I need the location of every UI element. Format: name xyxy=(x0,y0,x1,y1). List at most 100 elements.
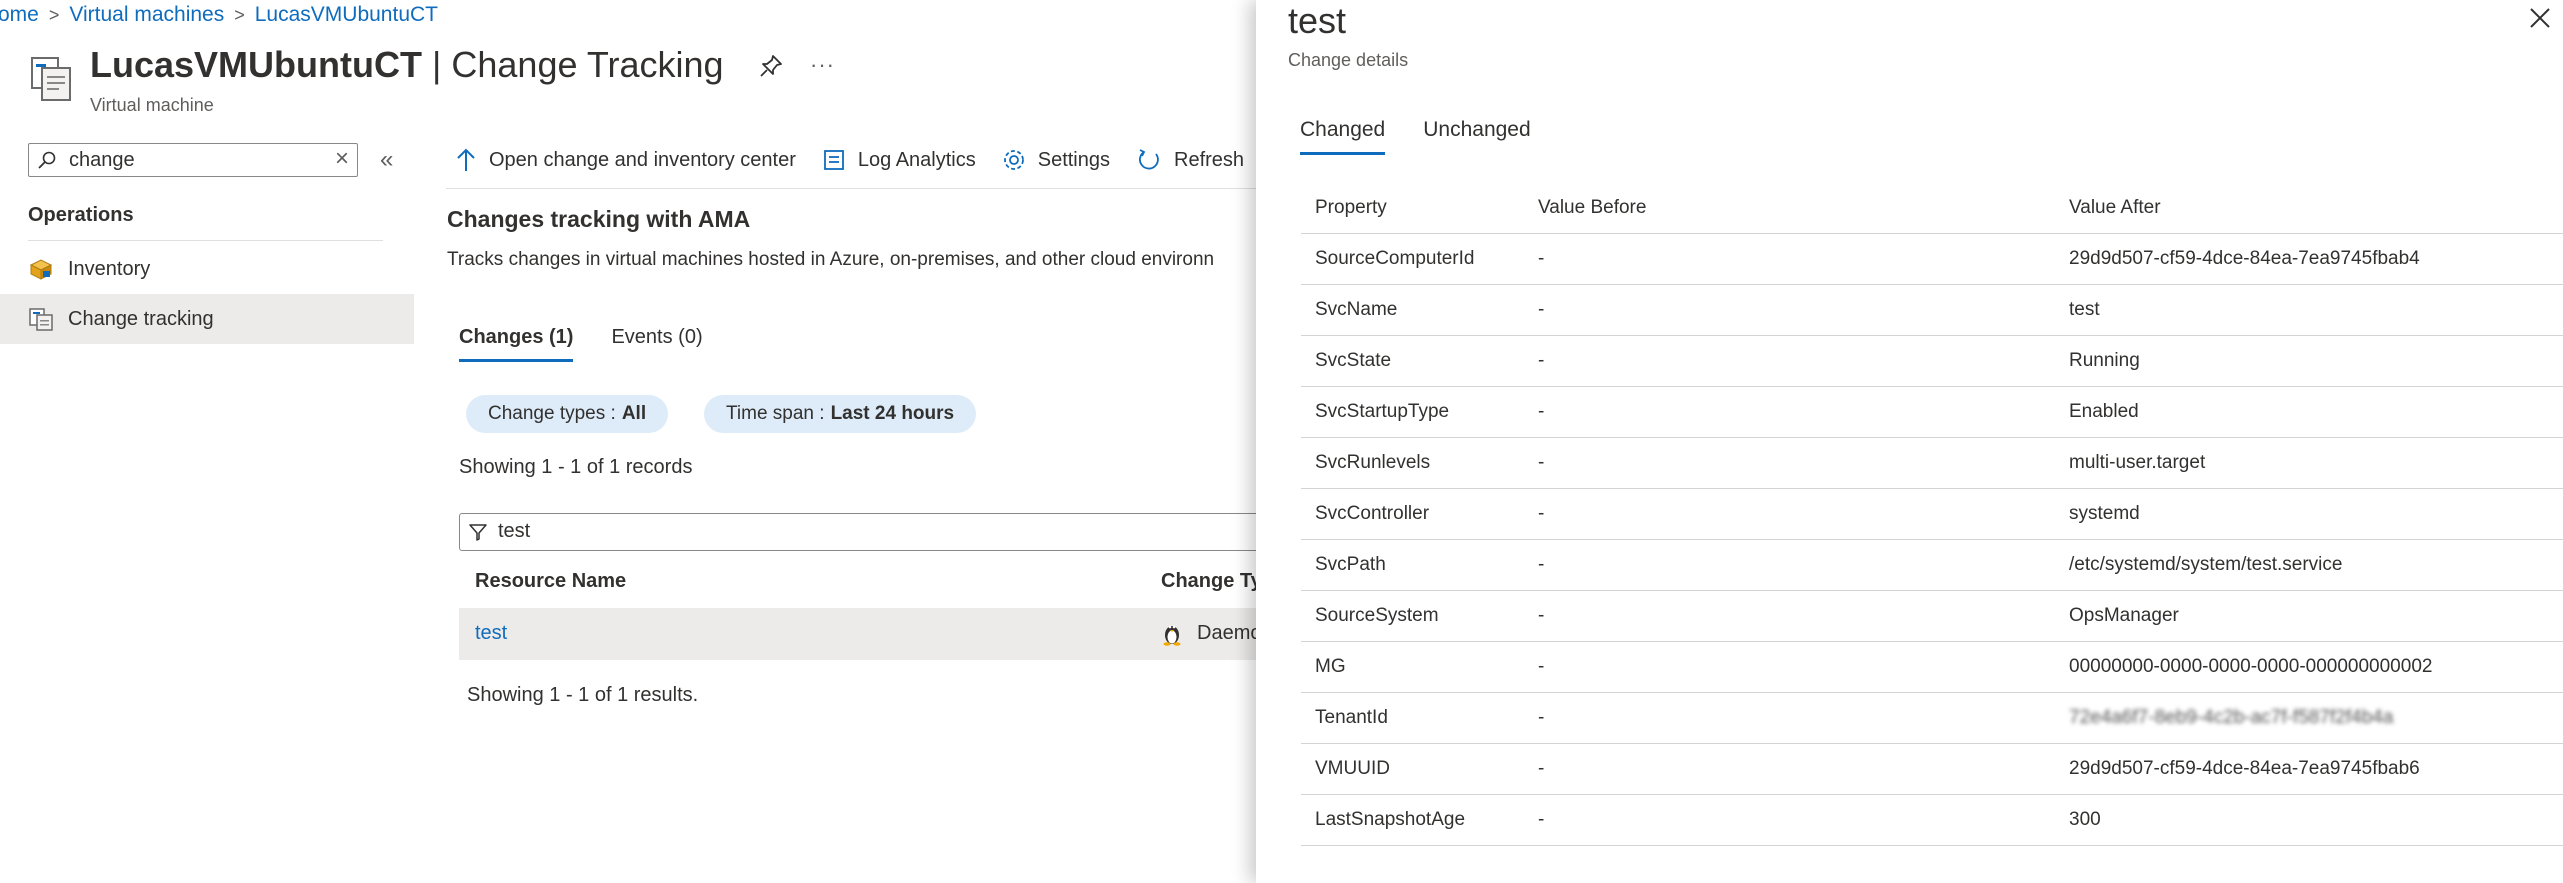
value-before-cell: - xyxy=(1524,386,2049,438)
open-change-inventory-center-button[interactable]: Open change and inventory center xyxy=(455,147,796,173)
value-before-cell: - xyxy=(1524,743,2049,795)
table-row: SvcStartupType - Enabled xyxy=(1301,386,2563,438)
value-before-cell: - xyxy=(1524,488,2049,540)
property-cell: SvcRunlevels xyxy=(1301,437,1524,489)
value-after-cell: 29d9d507-cf59-4dce-84ea-7ea9745fbab4 xyxy=(2049,233,2563,285)
column-header-resource-name[interactable]: Resource Name xyxy=(475,570,626,593)
chevron-right-icon: > xyxy=(234,4,245,25)
page-title: LucasVMUbuntuCT | Change Tracking xyxy=(90,44,724,86)
property-cell: TenantId xyxy=(1301,692,1524,744)
section-description: Tracks changes in virtual machines hoste… xyxy=(447,249,1215,270)
divider xyxy=(28,240,383,241)
property-cell: SvcState xyxy=(1301,335,1524,387)
pill-label: Time span : xyxy=(726,403,825,424)
more-options-icon[interactable]: ··· xyxy=(810,52,835,78)
panel-tabs: Changed Unchanged xyxy=(1300,118,1531,155)
table-row: LastSnapshotAge -300 xyxy=(1301,794,2563,846)
tab-changes[interactable]: Changes (1) xyxy=(459,326,574,362)
gear-icon xyxy=(1003,150,1024,170)
linux-daemon-icon xyxy=(1163,625,1181,646)
refresh-button[interactable]: Refresh xyxy=(1136,147,1244,173)
change-tracking-icon xyxy=(29,308,53,331)
breadcrumb-home[interactable]: ome xyxy=(0,3,39,27)
column-header-change-type[interactable]: Change Ty xyxy=(1161,570,1262,593)
table-row[interactable] xyxy=(459,608,1259,660)
property-cell: SvcStartupType xyxy=(1301,386,1524,438)
value-before-cell: - xyxy=(1524,692,2049,744)
change-types-filter-pill[interactable]: Change types : All xyxy=(466,395,669,433)
table-row: SvcState - Running xyxy=(1301,335,2563,387)
inventory-icon xyxy=(29,259,53,280)
changes-tabs: Changes (1) Events (0) xyxy=(459,326,703,362)
value-after-cell: 29d9d507-cf59-4dce-84ea-7ea9745fbab6 xyxy=(2049,743,2563,795)
pill-value: All xyxy=(621,403,647,424)
virtual-machine-icon xyxy=(31,57,71,101)
filter-input[interactable]: test xyxy=(498,520,530,543)
resource-type: Virtual machine xyxy=(90,95,214,115)
table-header-row: Property Value Before Value After xyxy=(1301,182,2563,234)
section-operations: Operations xyxy=(28,204,134,226)
tab-events[interactable]: Events (0) xyxy=(611,326,702,362)
menu-search-box[interactable]: change × xyxy=(28,143,358,177)
value-after-cell: multi-user.target xyxy=(2049,437,2563,489)
breadcrumb-virtual-machines[interactable]: Virtual machines xyxy=(69,3,224,27)
value-before-cell: - xyxy=(1524,335,2049,387)
sidebar-item-inventory[interactable]: Inventory xyxy=(0,244,414,294)
resource-name: LucasVMUbuntuCT xyxy=(90,44,422,85)
change-type-cell: Daemo xyxy=(1197,622,1262,644)
column-header-value-before: Value Before xyxy=(1524,182,2049,234)
filter-icon xyxy=(469,524,487,541)
close-icon[interactable] xyxy=(2526,4,2554,32)
pin-icon[interactable] xyxy=(758,53,784,79)
breadcrumb-vm[interactable]: LucasVMUbuntuCT xyxy=(255,3,438,27)
resource-name-link[interactable]: test xyxy=(475,622,507,645)
divider xyxy=(446,188,1256,189)
table-row: SvcRunlevels - multi-user.target xyxy=(1301,437,2563,489)
breadcrumb: ome > Virtual machines > LucasVMUbuntuCT xyxy=(0,0,438,30)
chevron-right-icon: > xyxy=(48,4,60,25)
value-after-cell: Running xyxy=(2049,335,2563,387)
value-after-cell: 00000000-0000-0000-0000-000000000002 xyxy=(2049,641,2563,693)
value-after-cell: test xyxy=(2049,284,2563,336)
value-after-cell: 300 xyxy=(2049,794,2563,846)
table-row: TenantId -72e4a6f7-8eb9-4c2b-ac7f-f587f2f… xyxy=(1301,692,2563,744)
table-row: SvcController - systemd xyxy=(1301,488,2563,540)
results-count: Showing 1 - 1 of 1 results. xyxy=(467,684,699,706)
settings-button[interactable]: Settings xyxy=(1002,148,1110,172)
log-analytics-label: Log Analytics xyxy=(857,148,976,171)
refresh-label: Refresh xyxy=(1174,148,1245,171)
value-before-cell: - xyxy=(1524,590,2049,642)
table-row: SourceSystem - OpsManager xyxy=(1301,590,2563,642)
table-row: MG -00000000-0000-0000-0000-000000000002 xyxy=(1301,641,2563,693)
property-cell: LastSnapshotAge xyxy=(1301,794,1524,846)
title-separator: | xyxy=(432,44,442,85)
filter-input-box[interactable]: test xyxy=(459,513,1259,551)
refresh-icon xyxy=(1139,149,1159,170)
tab-unchanged[interactable]: Unchanged xyxy=(1423,118,1530,155)
collapse-menu-icon[interactable]: « xyxy=(380,146,393,174)
open-center-label: Open change and inventory center xyxy=(489,148,796,171)
log-analytics-button[interactable]: Log Analytics xyxy=(822,148,976,172)
clear-search-icon[interactable]: × xyxy=(335,145,349,173)
value-after-cell: systemd xyxy=(2049,488,2563,540)
panel-title: test xyxy=(1288,0,1347,41)
time-span-filter-pill[interactable]: Time span : Last 24 hours xyxy=(704,395,977,433)
value-before-cell: - xyxy=(1524,284,2049,336)
table-row: SourceComputerId -29d9d507-cf59-4dce-84ea… xyxy=(1301,233,2563,285)
value-before-cell: - xyxy=(1524,641,2049,693)
search-icon xyxy=(38,151,56,169)
value-before-cell: - xyxy=(1524,233,2049,285)
property-cell: MG xyxy=(1301,641,1524,693)
column-header-property: Property xyxy=(1301,182,1524,234)
section-title: Changes tracking with AMA xyxy=(447,206,751,232)
tab-changed[interactable]: Changed xyxy=(1300,118,1386,155)
sidebar-item-change-tracking[interactable]: Change tracking xyxy=(0,294,414,344)
value-before-cell: - xyxy=(1524,794,2049,846)
settings-label: Settings xyxy=(1037,148,1110,171)
search-input[interactable]: change xyxy=(69,149,135,172)
records-count: Showing 1 - 1 of 1 records xyxy=(459,456,693,478)
value-after-cell: OpsManager xyxy=(2049,590,2563,642)
property-cell: SvcController xyxy=(1301,488,1524,540)
column-header-value-after: Value After xyxy=(2049,182,2563,234)
value-before-cell: - xyxy=(1524,437,2049,489)
